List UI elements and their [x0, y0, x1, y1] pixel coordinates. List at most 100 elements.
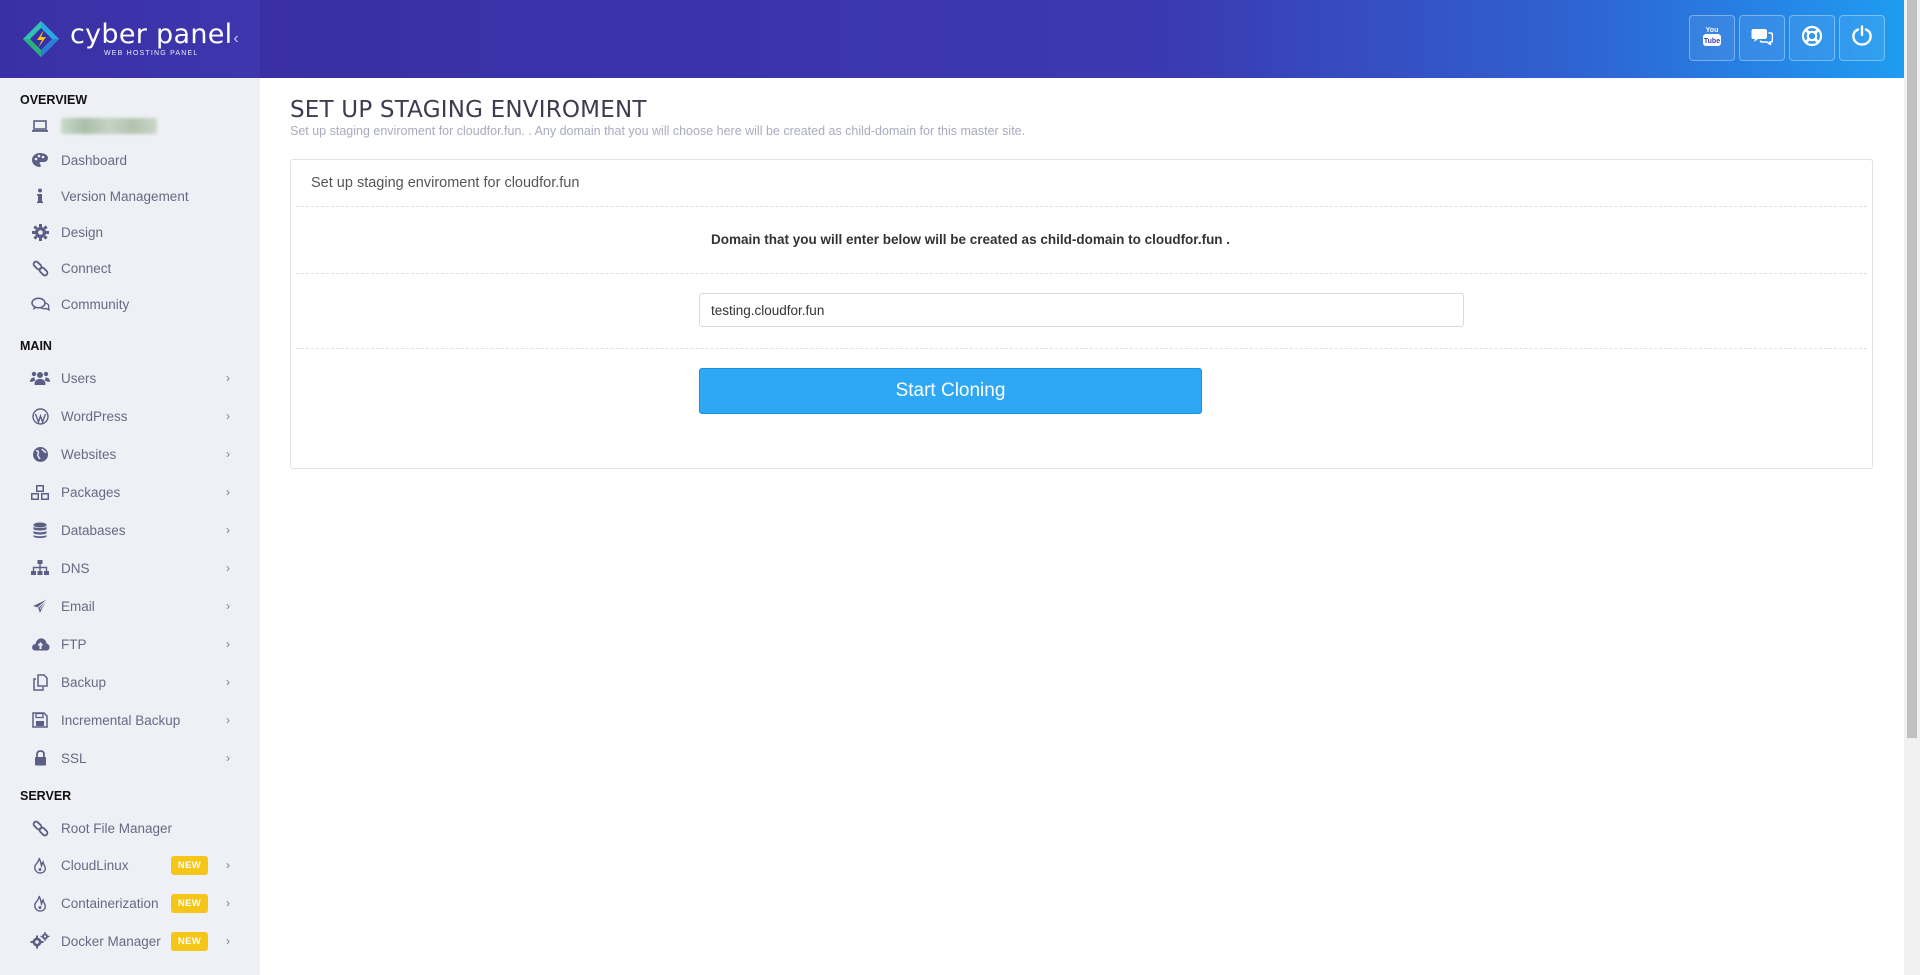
staging-panel: Set up staging enviroment for cloudfor.f…: [290, 159, 1873, 469]
database-icon: [30, 520, 50, 540]
gear-icon: [30, 222, 50, 242]
gears-icon: [30, 931, 50, 951]
sidebar-item-websites[interactable]: Websites ›: [0, 435, 260, 473]
chevron-right-icon: ›: [226, 637, 230, 651]
info-icon: [30, 186, 50, 206]
sidebar-item-label: Connect: [61, 260, 112, 276]
divider: [296, 348, 1867, 349]
chevron-right-icon: ›: [226, 561, 230, 575]
cyberpanel-logo-icon: [22, 20, 60, 58]
sidebar-item-packages[interactable]: Packages ›: [0, 473, 260, 511]
chevron-right-icon: ›: [226, 523, 230, 537]
sidebar-item-label: Packages: [61, 484, 121, 500]
domain-input[interactable]: [699, 293, 1464, 327]
sidebar-item-label: Community: [61, 296, 130, 312]
palette-icon: [30, 150, 50, 170]
divider: [296, 206, 1867, 207]
page-subtitle: Set up staging enviroment for cloudfor.f…: [290, 124, 1026, 138]
section-main: MAIN: [20, 339, 52, 353]
info-message: Domain that you will enter below will be…: [711, 232, 1231, 247]
sidebar-item-backup[interactable]: Backup ›: [0, 663, 260, 701]
sidebar-item-label: Design: [61, 224, 104, 240]
globe-icon: [30, 444, 50, 464]
save-icon: [30, 710, 50, 730]
section-overview: OVERVIEW: [20, 93, 88, 107]
sidebar-item-docker-manager[interactable]: Docker Manager NEW ›: [0, 922, 260, 960]
sidebar-item-label: Containerization: [61, 895, 159, 911]
lock-icon: [30, 748, 50, 768]
sidebar-item-cloudlinux[interactable]: CloudLinux NEW ›: [0, 846, 260, 884]
new-badge: NEW: [170, 931, 208, 951]
chevron-right-icon: ›: [226, 485, 230, 499]
sidebar-item-email[interactable]: Email ›: [0, 587, 260, 625]
sidebar-item-users[interactable]: Users ›: [0, 359, 260, 397]
sidebar-item-label: Version Management: [61, 188, 189, 204]
chevron-right-icon: ›: [226, 447, 230, 461]
chevron-right-icon: ›: [226, 409, 230, 423]
comments-icon: [30, 294, 50, 314]
new-badge: NEW: [170, 893, 208, 913]
flame-icon: [30, 855, 50, 875]
main-content: SET UP STAGING ENVIROMENT Set up staging…: [290, 98, 1874, 469]
new-badge: NEW: [170, 855, 208, 875]
brand-title: cyber panel: [70, 19, 233, 50]
sidebar-item-label: Users: [61, 370, 97, 386]
logout-button[interactable]: [1839, 15, 1885, 61]
sidebar-item-server-ip[interactable]: [0, 110, 260, 142]
chevron-right-icon: ›: [226, 896, 230, 910]
sidebar-item-connect[interactable]: Connect: [0, 250, 260, 286]
brand: cyber panel WEB HOSTING PANEL: [70, 19, 233, 58]
server-ip-blurred: [61, 118, 157, 134]
sidebar-item-dns[interactable]: DNS ›: [0, 549, 260, 587]
chevron-right-icon: ›: [226, 675, 230, 689]
sidebar-item-label: DNS: [61, 560, 90, 576]
sidebar-item-databases[interactable]: Databases ›: [0, 511, 260, 549]
section-server: SERVER: [20, 789, 72, 803]
sidebar-item-label: Databases: [61, 522, 126, 538]
sidebar-item-community[interactable]: Community: [0, 286, 260, 322]
sidebar-item-label: Dashboard: [61, 152, 128, 168]
copy-icon: [30, 672, 50, 692]
lifebuoy-icon: [1801, 25, 1823, 52]
sidebar-item-incremental-backup[interactable]: Incremental Backup ›: [0, 701, 260, 739]
link-icon: [30, 818, 50, 838]
sidebar-item-version-management[interactable]: Version Management: [0, 178, 260, 214]
chevron-left-icon: ‹: [233, 30, 239, 47]
sidebar-item-label: Email: [61, 598, 95, 614]
chevron-right-icon: ›: [226, 751, 230, 765]
chevron-right-icon: ›: [226, 713, 230, 727]
sidebar-item-dashboard[interactable]: Dashboard: [0, 142, 260, 178]
sidebar-header: cyber panel WEB HOSTING PANEL ‹: [0, 0, 260, 78]
sidebar-item-label: Backup: [61, 674, 107, 690]
youtube-button[interactable]: Tube You: [1689, 15, 1735, 61]
sidebar-item-label: Websites: [61, 446, 117, 462]
svg-text:You: You: [1706, 27, 1719, 34]
cubes-icon: [30, 482, 50, 502]
svg-text:Tube: Tube: [1704, 38, 1720, 45]
youtube-icon: Tube You: [1702, 25, 1722, 52]
sidebar-item-ftp[interactable]: FTP ›: [0, 625, 260, 663]
chevron-right-icon: ›: [226, 371, 230, 385]
start-cloning-button[interactable]: Start Cloning: [699, 368, 1202, 414]
scrollbar-thumb[interactable]: [1907, 0, 1917, 738]
sidebar-item-label: Docker Manager: [61, 933, 161, 949]
link-icon: [30, 258, 50, 278]
paper-plane-icon: [30, 596, 50, 616]
sidebar-item-containerization[interactable]: Containerization NEW ›: [0, 884, 260, 922]
info-text: Domain that you will enter below will be…: [291, 232, 1874, 247]
page-scrollbar[interactable]: [1904, 0, 1920, 975]
sidebar-item-label: Incremental Backup: [61, 712, 181, 728]
sidebar-item-design[interactable]: Design: [0, 214, 260, 250]
power-icon: [1852, 25, 1872, 51]
chat-button[interactable]: [1739, 15, 1785, 61]
sidebar-item-label: CloudLinux: [61, 857, 129, 873]
sidebar-collapse-button[interactable]: ‹: [226, 29, 246, 49]
sidebar-item-wordpress[interactable]: WordPress ›: [0, 397, 260, 435]
chevron-right-icon: ›: [226, 934, 230, 948]
chevron-right-icon: ›: [226, 599, 230, 613]
support-button[interactable]: [1789, 15, 1835, 61]
sidebar-item-ssl[interactable]: SSL ›: [0, 739, 260, 777]
sidebar-item-label: SSL: [61, 750, 87, 766]
sitemap-icon: [30, 558, 50, 578]
sidebar-item-root-file-manager[interactable]: Root File Manager: [0, 810, 260, 846]
